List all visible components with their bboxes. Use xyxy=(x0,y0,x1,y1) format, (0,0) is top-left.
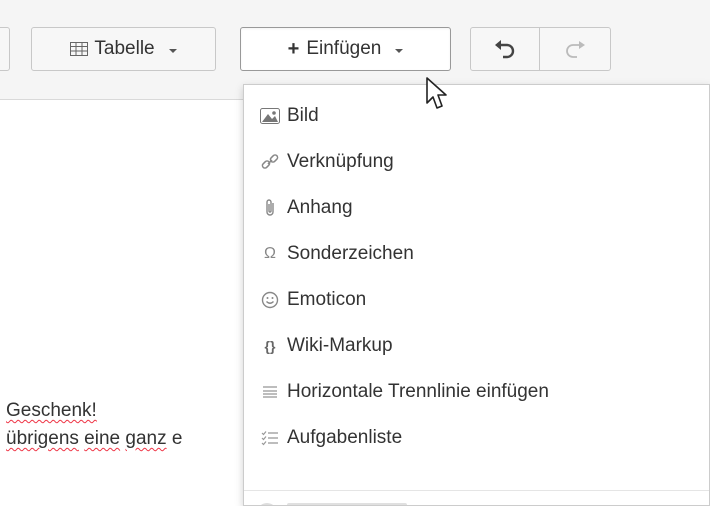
menu-item-label: Aufgabenliste xyxy=(287,427,403,448)
menu-item-attachment[interactable]: Anhang xyxy=(244,185,709,231)
spellcheck-word: eine xyxy=(84,428,121,449)
undo-button[interactable] xyxy=(470,27,540,71)
editor-line-1[interactable]: Geschenk! xyxy=(6,400,97,422)
editor-line-2[interactable]: übrigens eine ganz e xyxy=(6,428,182,450)
spellcheck-word: übrigens xyxy=(6,428,79,449)
horizontal-rule-icon xyxy=(257,380,283,404)
braces-icon: {} xyxy=(264,338,276,354)
menu-item-label: Sonderzeichen xyxy=(287,243,414,264)
spellcheck-word: ganz xyxy=(125,428,167,449)
menu-item-label: Wiki-Markup xyxy=(287,335,393,356)
paperclip-icon xyxy=(257,196,283,220)
omega-icon: Ω xyxy=(264,245,276,262)
menu-item-label: Horizontale Trennlinie einfügen xyxy=(287,381,549,402)
image-icon xyxy=(257,104,283,128)
menu-item-special-characters[interactable]: Ω Sonderzeichen xyxy=(244,231,709,277)
table-icon xyxy=(70,42,89,56)
mouse-cursor-icon xyxy=(426,77,447,109)
chevron-down-icon xyxy=(395,48,404,53)
smiley-icon xyxy=(257,288,283,312)
insert-button[interactable]: + Einfügen xyxy=(240,27,451,71)
plus-icon: + xyxy=(287,37,300,60)
menu-item-horizontal-rule[interactable]: Horizontale Trennlinie einfügen xyxy=(244,369,709,415)
table-button-label: Tabelle xyxy=(94,38,155,59)
menu-item-wiki-markup[interactable]: {} Wiki-Markup xyxy=(244,323,709,369)
menu-divider xyxy=(244,490,709,491)
task-list-icon xyxy=(257,426,283,450)
menu-item-label: Anhang xyxy=(287,197,353,218)
menu-item-image[interactable]: Bild xyxy=(244,93,709,139)
menu-item-label: Bild xyxy=(287,105,319,126)
menu-item-link[interactable]: Verknüpfung xyxy=(244,139,709,185)
menu-item-label: Emoticon xyxy=(287,289,367,310)
table-button[interactable]: Tabelle xyxy=(31,27,216,71)
editor-text-fragment: e xyxy=(171,428,183,449)
menu-item-task-list[interactable]: Aufgabenliste xyxy=(244,415,709,461)
menu-item-emoticon[interactable]: Emoticon xyxy=(244,277,709,323)
chevron-down-icon xyxy=(168,48,177,53)
insert-button-label: Einfügen xyxy=(306,38,382,59)
redo-button[interactable] xyxy=(539,27,611,71)
menu-item-label: Verknüpfung xyxy=(287,151,394,172)
spellcheck-word: Geschenk! xyxy=(6,400,97,421)
undo-icon xyxy=(495,40,515,59)
insert-dropdown-menu: Bild Verknüpfung Anhang Ω Sonderzeichen … xyxy=(243,84,710,506)
redo-icon xyxy=(566,41,585,58)
link-icon xyxy=(257,150,283,174)
toolbar-button-partial[interactable] xyxy=(0,27,10,71)
